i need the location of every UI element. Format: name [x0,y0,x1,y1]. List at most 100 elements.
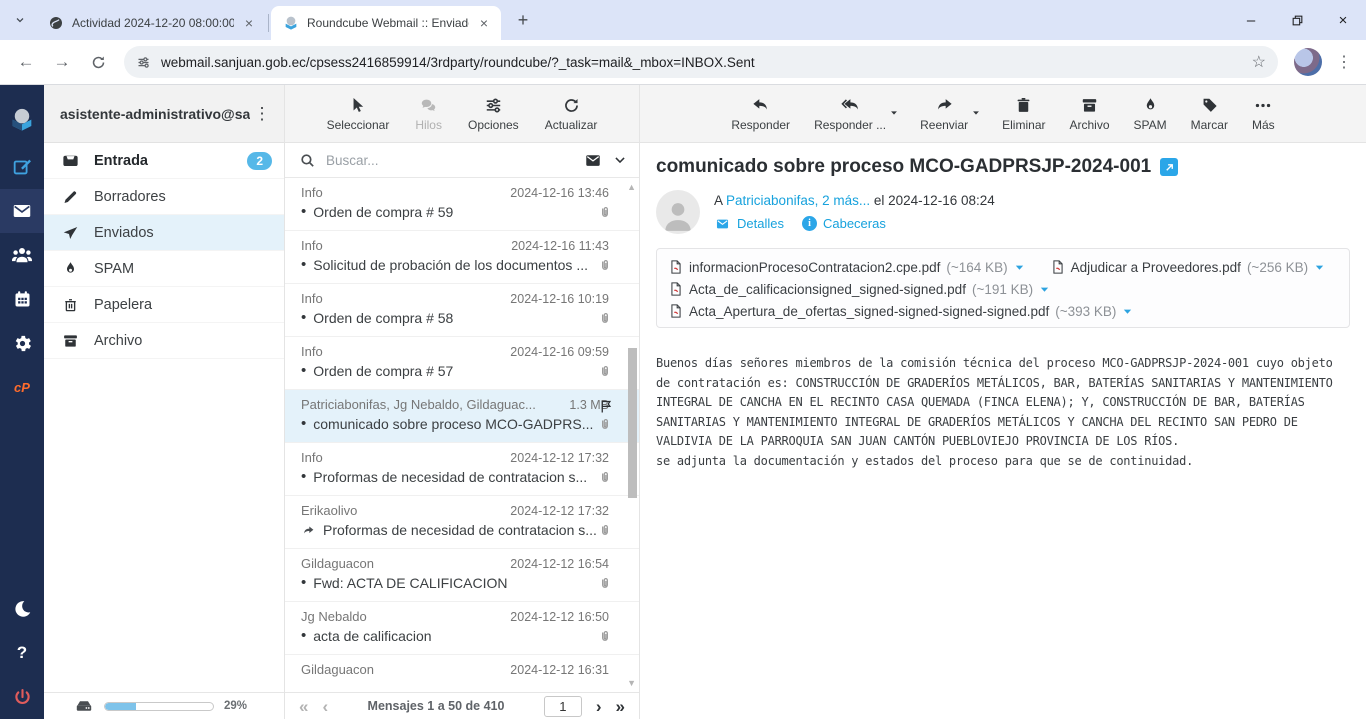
sidebar-item-enviados[interactable]: Enviados [44,215,284,251]
message-row[interactable]: Jg Nebaldo 2024-12-12 16:50 • acta de ca… [285,602,639,655]
account-menu-icon[interactable]: ⋮ [250,104,274,124]
cpanel-link[interactable]: cP [0,365,44,409]
reload-button[interactable] [82,46,114,78]
reply-button[interactable]: Responder [731,96,790,132]
profile-avatar[interactable] [1294,48,1322,76]
browser-menu-icon[interactable]: ⋮ [1332,52,1356,72]
sidebar-item-archivo[interactable]: Archivo [44,323,284,359]
calendar-nav-button[interactable] [0,277,44,321]
threads-button[interactable]: Hilos [415,96,442,132]
message-row[interactable]: Gildaguacon 2024-12-12 16:54 • Fwd: ACTA… [285,549,639,602]
dark-mode-button[interactable] [0,587,44,631]
message-row[interactable]: Erikaolivo 2024-12-12 17:32 • Proformas … [285,496,639,549]
logout-button[interactable] [0,675,44,719]
last-page-button[interactable]: » [616,698,625,715]
details-toggle[interactable]: Detalles [714,216,784,231]
scroll-down-icon[interactable]: ▼ [627,678,636,688]
browser-tab-activity[interactable]: Actividad 2024-12-20 08:00:00 × [36,6,266,40]
attachment-item[interactable]: Adjudicar a Proveedores.pdf (~256 KB) [1051,259,1326,275]
app-sidebar: cP ? [0,85,44,719]
message-row[interactable]: Info 2024-12-16 13:46 • Orden de compra … [285,178,639,231]
sidebar-item-papelera[interactable]: Papelera [44,287,284,323]
search-scope-mail-icon[interactable] [583,152,603,169]
settings-nav-button[interactable] [0,321,44,365]
message-row[interactable]: Info 2024-12-16 09:59 • Orden de compra … [285,337,639,390]
message-row[interactable]: Info 2024-12-12 17:32 • Proformas de nec… [285,443,639,496]
attachment-menu-caret-icon[interactable] [1314,262,1325,273]
message-row[interactable]: Gildaguacon 2024-12-12 16:31 • [285,655,639,692]
mark-button[interactable]: Marcar [1191,96,1228,132]
minimize-button[interactable]: – [1228,0,1274,40]
forward-button[interactable]: Reenviar [920,96,968,132]
compose-button[interactable] [0,145,44,189]
delete-button[interactable]: Eliminar [1002,96,1045,132]
open-in-new-window-button[interactable] [1160,158,1178,176]
sidebar-item-spam[interactable]: SPAM [44,251,284,287]
sidebar-item-borradores[interactable]: Borradores [44,179,284,215]
bookmark-star-icon[interactable]: ☆ [1252,52,1266,72]
tab-close-icon[interactable]: × [242,15,256,31]
flame-icon [61,260,80,278]
message-row-line2: • Solicitud de probación de los document… [301,257,609,273]
refresh-button[interactable]: Actualizar [545,96,598,132]
attachment-name[interactable]: informacionProcesoContratacion2.cpe.pdf [689,260,940,275]
scroll-up-icon[interactable]: ▲ [627,182,636,192]
message-row[interactable]: Info 2024-12-16 11:43 • Solicitud de pro… [285,231,639,284]
sidebar-item-entrada[interactable]: Entrada 2 [44,143,284,179]
contacts-nav-button[interactable] [0,233,44,277]
help-button[interactable]: ? [0,631,44,675]
attachment-name[interactable]: Acta_Apertura_de_ofertas_signed-signed-s… [689,304,1049,319]
attachment-item[interactable]: Acta_Apertura_de_ofertas_signed-signed-s… [669,303,1133,319]
attachment-item[interactable]: informacionProcesoContratacion2.cpe.pdf … [669,259,1025,275]
forward-button[interactable]: → [46,46,78,78]
dropdown-caret-icon[interactable] [889,108,899,118]
reply-all-icon [839,96,861,115]
attachment-name[interactable]: Acta_de_calificacionsigned_signed-signed… [689,282,966,297]
list-scrollbar-thumb[interactable] [628,348,637,498]
button-label: Reenviar [920,118,968,132]
forward-icon [934,96,955,115]
options-button[interactable]: Opciones [468,96,519,132]
sender-block: A Patriciabonifas, 2 más... el 2024-12-1… [656,190,1350,234]
external-link-icon [1164,162,1175,173]
back-button[interactable]: ← [10,46,42,78]
search-options-chevron-icon[interactable] [613,153,627,167]
recipient-link[interactable]: Patriciabonifas, [726,193,818,208]
tab-title: Roundcube Webmail :: Enviados [307,16,469,30]
dropdown-caret-icon[interactable] [971,108,981,118]
next-page-button[interactable]: › [596,698,602,715]
tab-close-icon[interactable]: × [477,15,491,31]
message-row[interactable]: Info 2024-12-16 10:19 • Orden de compra … [285,284,639,337]
first-page-button[interactable]: « [299,698,308,715]
attachment-name[interactable]: Adjudicar a Proveedores.pdf [1071,260,1241,275]
message-row[interactable]: Patriciabonifas, Jg Nebaldo, Gildaguac..… [285,390,639,443]
attachment-menu-caret-icon[interactable] [1014,262,1025,273]
address-bar[interactable]: webmail.sanjuan.gob.ec/cpsess2416859914/… [124,46,1278,78]
more-recipients-link[interactable]: 2 más... [822,193,870,208]
restore-button[interactable] [1274,0,1320,40]
search-input[interactable] [326,153,573,168]
button-label: Opciones [468,118,519,132]
page-number-input[interactable] [544,696,582,717]
select-button[interactable]: Seleccionar [327,96,390,132]
message-row-line2: • acta de calificacion [301,628,609,644]
close-window-button[interactable]: × [1320,0,1366,40]
tab-search-button[interactable] [6,6,34,34]
attachment-item[interactable]: Acta_de_calificacionsigned_signed-signed… [669,281,1050,297]
more-button[interactable]: Más [1252,96,1275,132]
message-from: Info [301,185,504,200]
browser-tab-roundcube[interactable]: Roundcube Webmail :: Enviados × [271,6,501,40]
button-label: SPAM [1134,118,1167,132]
reply-all-button[interactable]: Responder ... [814,96,886,132]
headers-toggle[interactable]: i Cabeceras [802,216,886,231]
button-label: Seleccionar [327,118,390,132]
prev-page-button[interactable]: ‹ [322,698,328,715]
mail-nav-button[interactable] [0,189,44,233]
flag-icon[interactable] [598,398,615,415]
attachment-menu-caret-icon[interactable] [1039,284,1050,295]
archive-button[interactable]: Archivo [1069,96,1109,132]
attachment-menu-caret-icon[interactable] [1122,306,1133,317]
paperclip-icon [597,470,613,487]
spam-button[interactable]: SPAM [1134,96,1167,132]
new-tab-button[interactable]: + [509,6,537,34]
